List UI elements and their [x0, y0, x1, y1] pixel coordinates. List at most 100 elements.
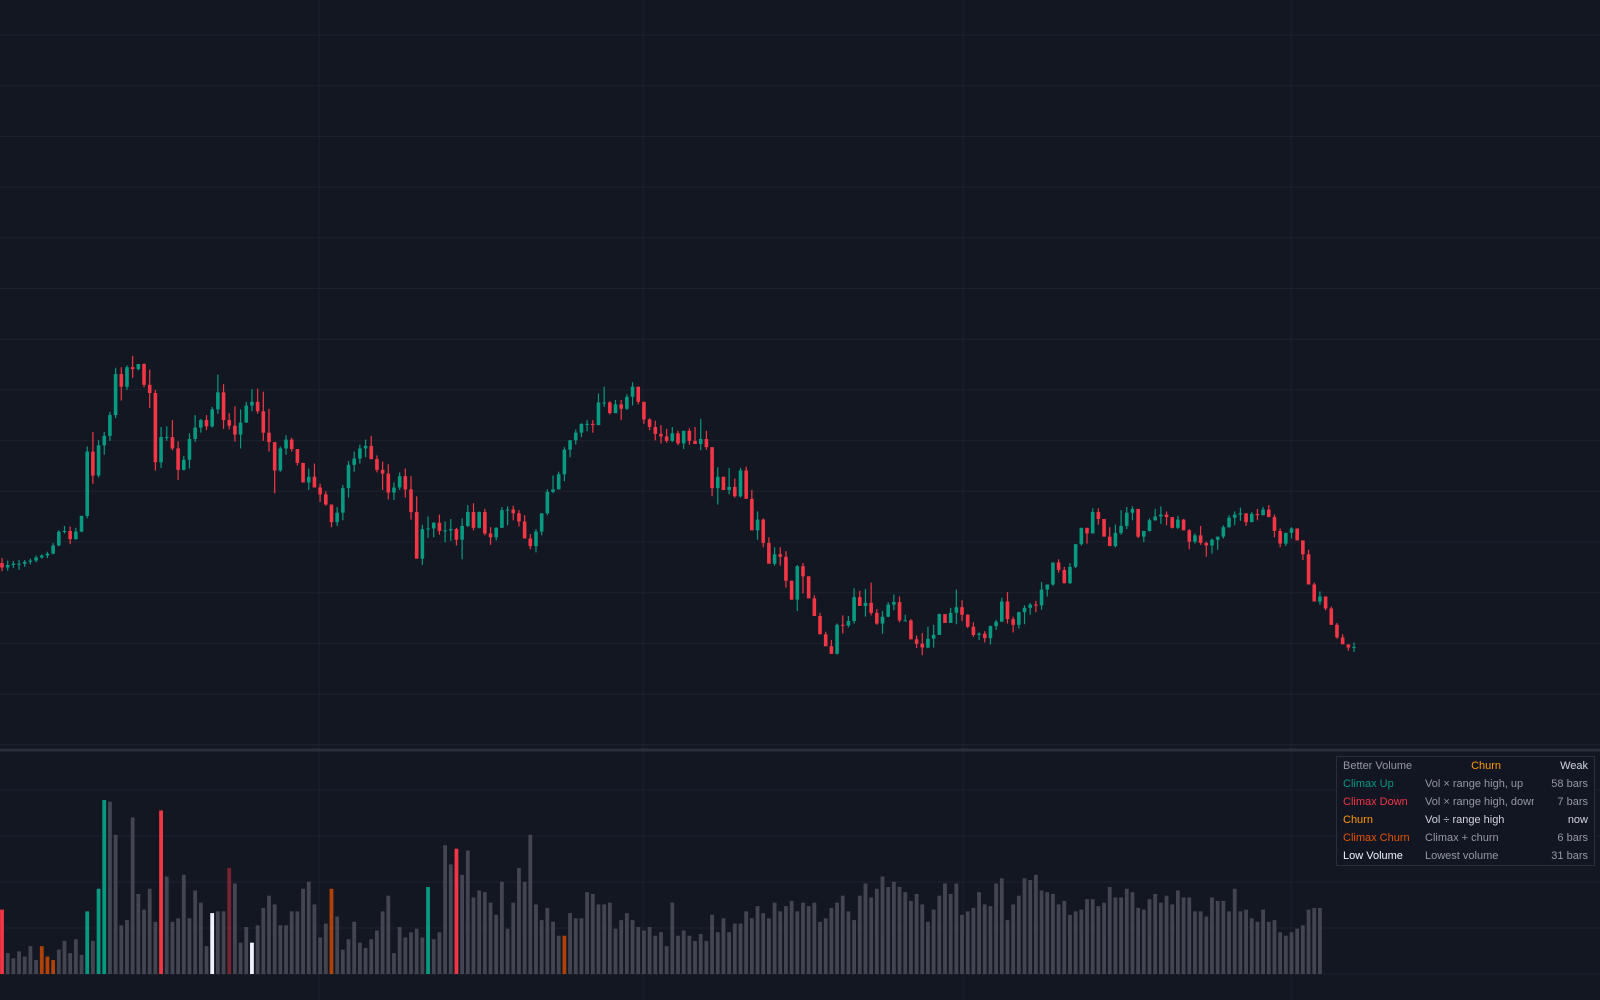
candle-body [1159, 514, 1163, 517]
candle [397, 472, 402, 491]
candle-body [534, 531, 538, 547]
candle [358, 444, 362, 464]
volume-bar [420, 937, 425, 974]
candle-body [846, 621, 851, 626]
volume-bar [1289, 932, 1294, 974]
volume-bar [994, 883, 999, 974]
candle-body [1215, 536, 1220, 540]
volume-bar [1153, 893, 1158, 974]
candle-body [238, 422, 243, 435]
volume-bar [482, 892, 487, 974]
candle [0, 558, 4, 572]
candle [181, 455, 186, 471]
candle-body [750, 498, 754, 531]
volume-bar [56, 949, 61, 974]
candle [113, 367, 118, 419]
volume-bar [1085, 899, 1089, 974]
candle-body [39, 555, 44, 558]
volume-bar [426, 887, 430, 974]
candle-body [289, 439, 294, 450]
candle-body [943, 614, 947, 623]
candle [835, 623, 839, 655]
legend-value: 31 bars [1551, 850, 1588, 862]
candle [39, 554, 44, 559]
volume-bar [1204, 916, 1209, 974]
candle [62, 525, 67, 534]
candle [1085, 527, 1089, 544]
candle [108, 411, 112, 441]
volume-bar [1164, 895, 1169, 974]
volume-bar [960, 914, 964, 974]
volume-bar [562, 935, 567, 974]
candle-body [590, 423, 595, 426]
candle-body [1198, 535, 1203, 543]
candle [784, 551, 788, 588]
candle-body [897, 602, 902, 621]
candle [897, 596, 902, 623]
candle-body [1045, 584, 1050, 590]
candle-body [210, 409, 214, 427]
volume-bar [22, 956, 27, 974]
candle [363, 439, 368, 458]
candle [1301, 540, 1305, 560]
candle [954, 589, 959, 625]
volume-bar [215, 911, 220, 974]
volume-bar [170, 921, 175, 974]
candle [733, 478, 737, 498]
candle [1045, 584, 1050, 597]
candle [608, 401, 612, 415]
candle [1198, 525, 1203, 545]
candle-body [221, 392, 226, 421]
volume-bar [289, 911, 294, 974]
volume-bar [1068, 914, 1072, 974]
candle [693, 427, 697, 445]
candle [1249, 512, 1254, 523]
candle-body [1306, 554, 1311, 585]
candle [454, 527, 459, 546]
volume-bar [585, 892, 590, 974]
volume-bar [431, 939, 436, 974]
volume-bar [744, 911, 749, 974]
candle [755, 511, 760, 540]
candle [806, 576, 811, 599]
volume-bar [28, 946, 33, 974]
candle [1056, 559, 1061, 573]
legend-value: 6 bars [1557, 832, 1588, 844]
volume-bar [187, 918, 192, 974]
volume-bar [1096, 906, 1101, 974]
candle [840, 615, 845, 634]
candle-body [142, 364, 146, 385]
candle-body [284, 439, 288, 449]
candle-body [119, 374, 124, 387]
volume-bar [749, 918, 754, 974]
candle [437, 514, 442, 535]
volume-bar [874, 888, 879, 974]
volume-bar [261, 907, 266, 974]
volume-bar [1016, 895, 1021, 974]
volume-bar [312, 904, 317, 974]
volume-bar [1175, 890, 1180, 974]
volume-bar [982, 904, 987, 974]
candle-body [68, 530, 72, 540]
candle-body [1278, 530, 1282, 544]
volume-bar [1278, 932, 1283, 974]
candle-body [948, 612, 953, 623]
candle-body [431, 522, 436, 529]
candle [1215, 536, 1220, 550]
volume-bar [34, 960, 38, 974]
candle-body [596, 402, 601, 426]
candle [329, 504, 334, 528]
volume-bar [579, 918, 584, 974]
candle-body [1340, 637, 1345, 645]
candle [931, 624, 936, 648]
candle [227, 413, 232, 430]
candle [534, 529, 538, 553]
volume-bar [806, 906, 811, 974]
volume-bar [136, 893, 141, 974]
candle-body [255, 401, 260, 412]
candle [937, 613, 942, 635]
candle-body [1119, 525, 1123, 533]
candle-body [1107, 536, 1112, 547]
volume-bar [414, 928, 419, 974]
volume-bar [1011, 904, 1016, 974]
